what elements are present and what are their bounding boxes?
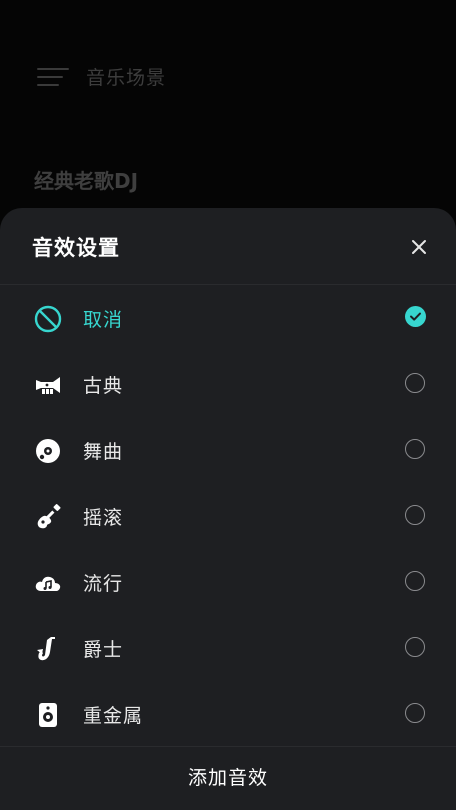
option-label: 取消 — [83, 309, 124, 331]
close-button[interactable] — [404, 232, 434, 262]
sheet-title: 音效设置 — [32, 236, 120, 260]
option-label: 重金属 — [83, 705, 144, 727]
section-title: 经典老歌DJ — [34, 169, 139, 193]
option-label: 古典 — [83, 375, 124, 397]
vinyl-disc-icon — [36, 439, 60, 463]
disabled-icon — [34, 305, 62, 333]
option-jazz[interactable]: 爵士 — [0, 615, 456, 681]
check-icon — [410, 312, 421, 321]
radio-unchecked[interactable] — [405, 439, 425, 459]
page-title: 音乐场景 — [86, 67, 167, 89]
option-label: 摇滚 — [83, 507, 124, 529]
option-label: 爵士 — [83, 639, 124, 661]
sheet-footer: 添加音效 — [0, 746, 456, 810]
option-classical[interactable]: 古典 — [0, 351, 456, 417]
menu-icon[interactable] — [37, 66, 69, 88]
option-heavy-metal[interactable]: 重金属 — [0, 681, 456, 747]
option-pop[interactable]: 流行 — [0, 549, 456, 615]
radio-unchecked[interactable] — [405, 637, 425, 657]
cloud-music-icon — [35, 576, 61, 591]
option-none[interactable]: 取消 — [0, 285, 456, 351]
option-label: 舞曲 — [83, 441, 124, 463]
screen: 音乐场景 经典老歌DJ 音效设置 取消 古典 舞曲 摇滚 流行 爵士 重金属 添… — [0, 0, 456, 810]
trumpet-icon — [36, 377, 60, 394]
option-rock[interactable]: 摇滚 — [0, 483, 456, 549]
background-page: 音乐场景 — [0, 0, 456, 160]
close-icon — [412, 240, 426, 254]
guitar-icon — [37, 504, 61, 529]
option-label: 流行 — [83, 573, 124, 595]
radio-unchecked[interactable] — [405, 571, 425, 591]
radio-checked[interactable] — [405, 306, 426, 327]
speaker-icon — [39, 703, 57, 727]
saxophone-icon — [37, 637, 55, 661]
radio-unchecked[interactable] — [405, 373, 425, 393]
sheet-header: 音效设置 — [0, 208, 456, 285]
add-sound-effect-button[interactable]: 添加音效 — [0, 747, 456, 810]
sound-effect-sheet: 音效设置 取消 古典 舞曲 摇滚 流行 爵士 重金属 添加音效 — [0, 208, 456, 810]
radio-unchecked[interactable] — [405, 505, 425, 525]
option-dance[interactable]: 舞曲 — [0, 417, 456, 483]
option-list: 取消 古典 舞曲 摇滚 流行 爵士 重金属 — [0, 285, 456, 747]
radio-unchecked[interactable] — [405, 703, 425, 723]
